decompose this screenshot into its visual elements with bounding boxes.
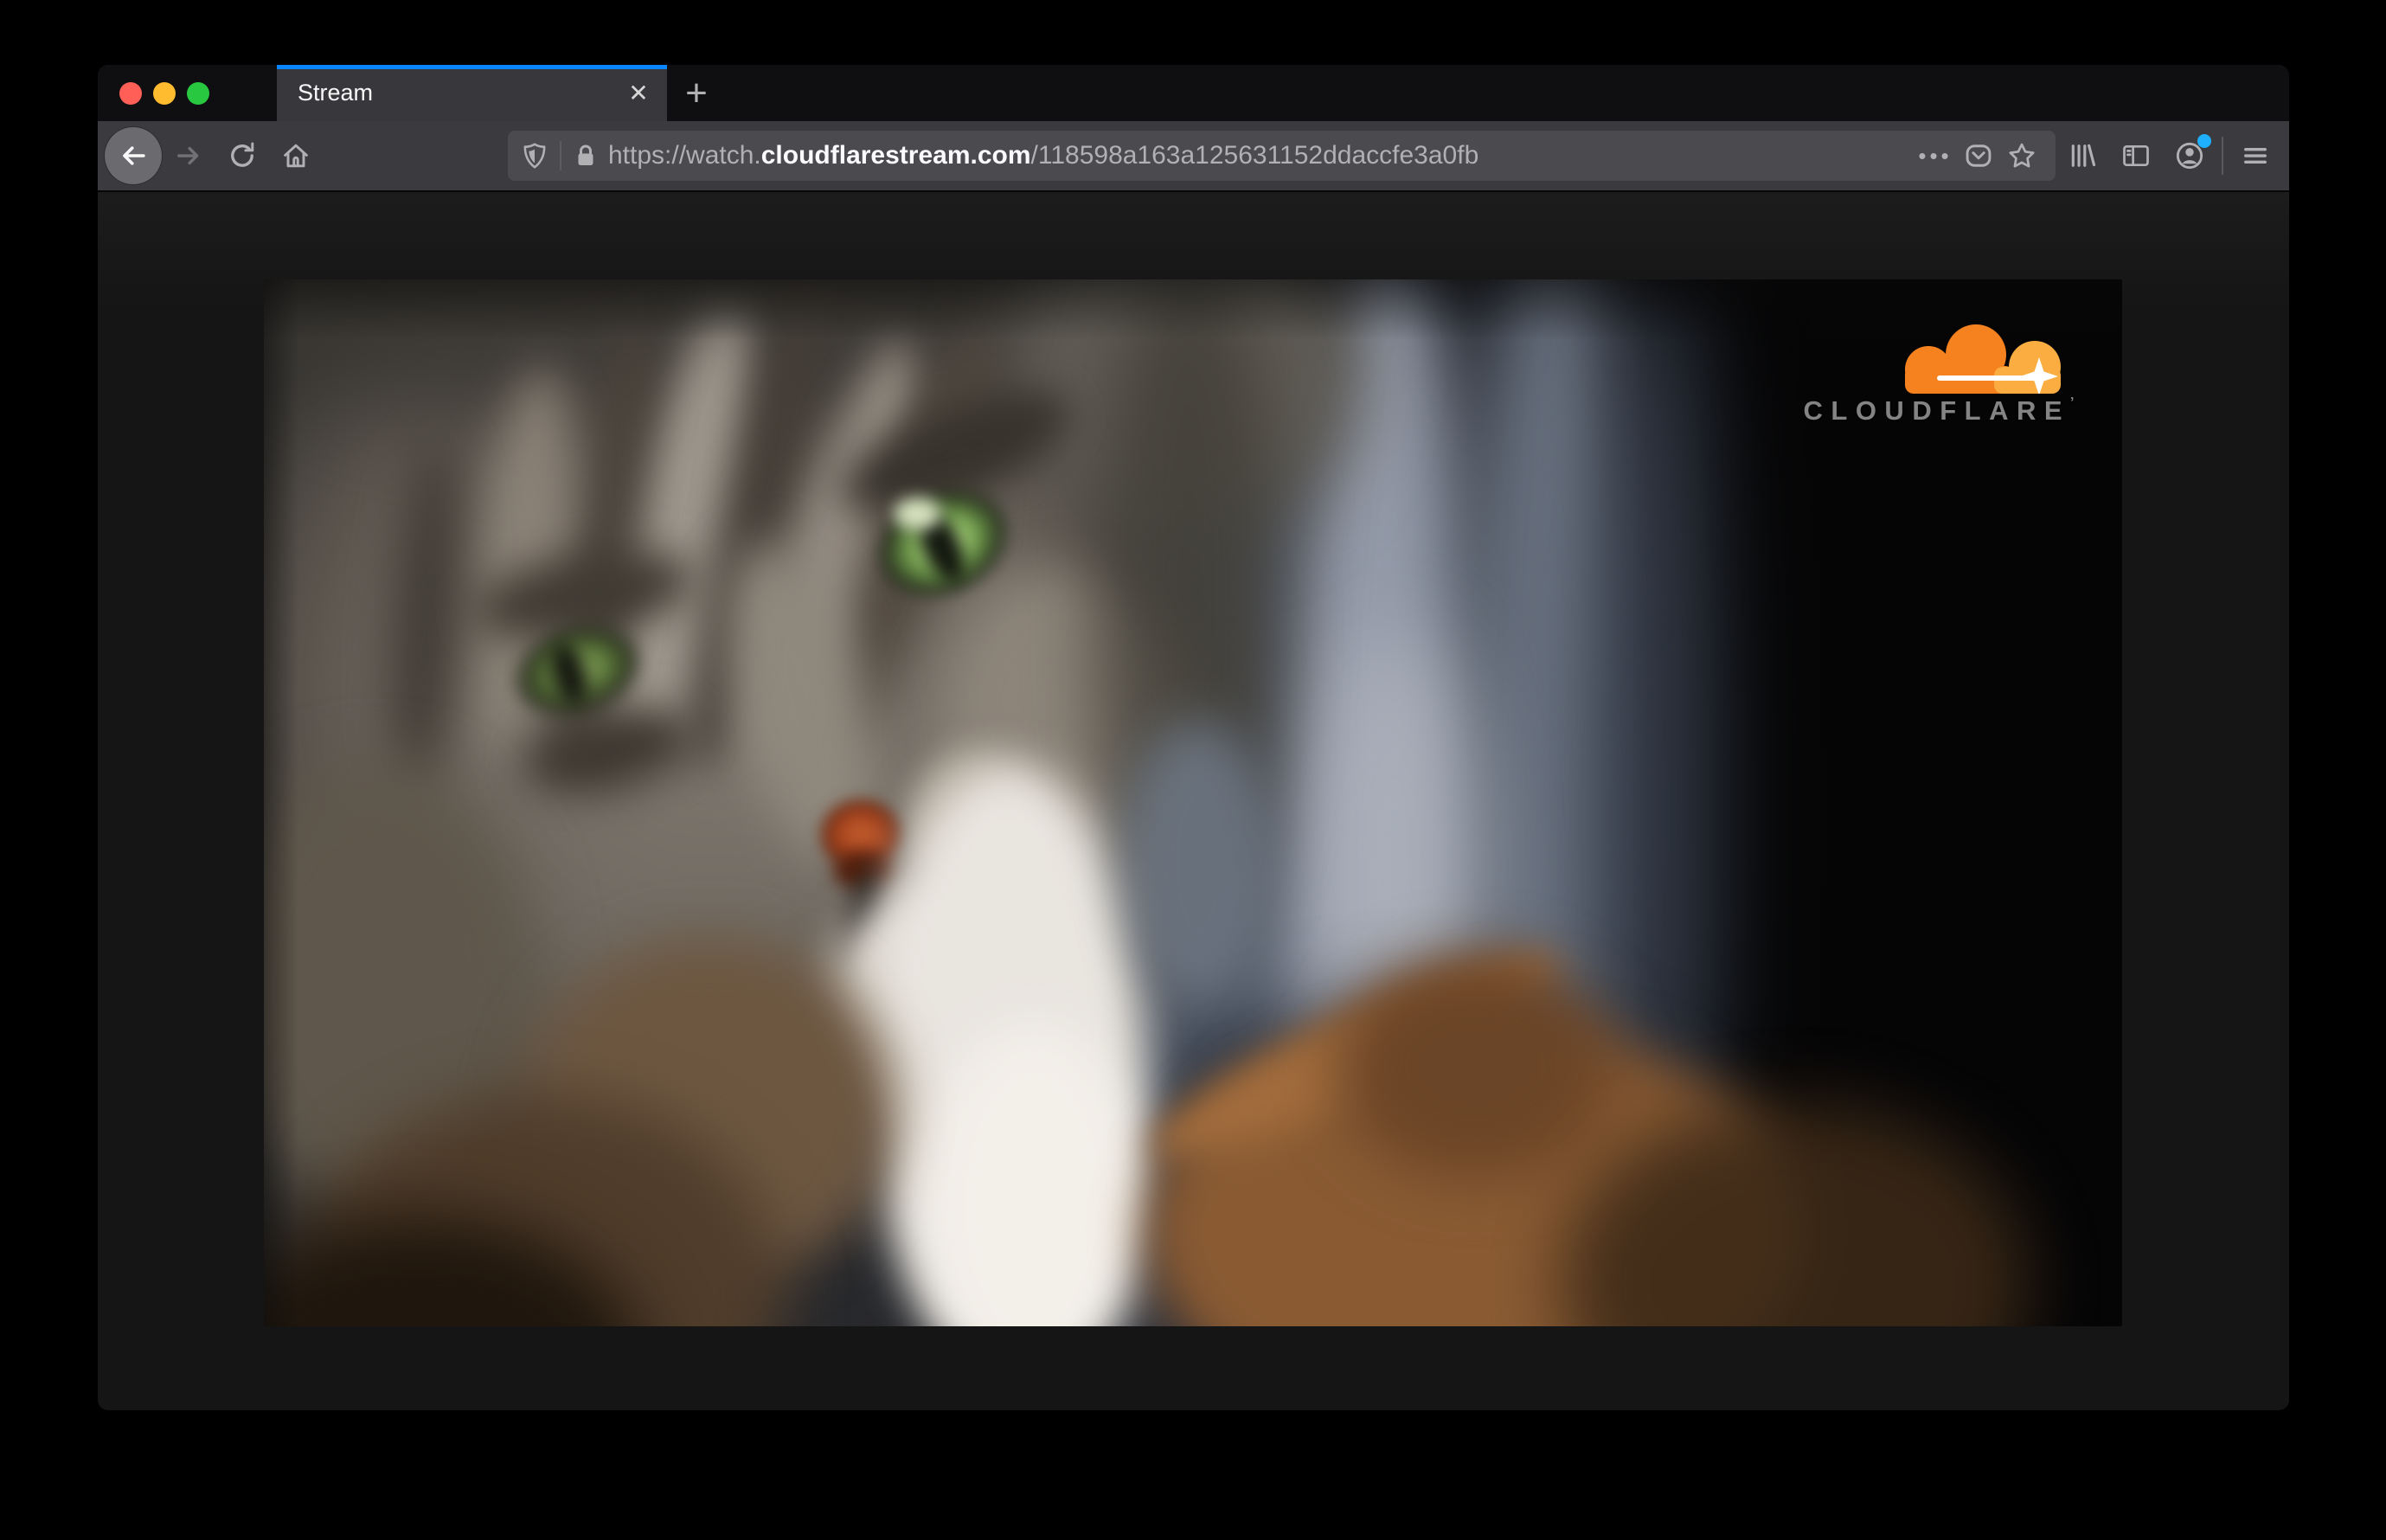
cloudflare-wordmark: CLOUDFLARE’: [1803, 395, 2075, 426]
pocket-button[interactable]: [1957, 134, 2000, 177]
browser-window: Stream ✕ + https://watch.cloudflarestrea…: [98, 65, 2289, 1410]
tab-stream[interactable]: Stream ✕: [277, 65, 667, 121]
library-button[interactable]: [2056, 129, 2109, 183]
back-button[interactable]: [105, 127, 162, 184]
video-frame-cat: CLOUDFLARE’: [264, 279, 2122, 1326]
reload-button[interactable]: [215, 129, 269, 183]
sidebar-button[interactable]: [2109, 129, 2163, 183]
account-button[interactable]: [2163, 129, 2216, 183]
window-minimize-button[interactable]: [153, 81, 176, 105]
url-scheme: https://watch.: [608, 141, 761, 170]
window-controls: [119, 65, 209, 121]
pocket-icon: [1963, 140, 1994, 171]
url-text[interactable]: https://watch.cloudflarestream.com/11859…: [608, 141, 1478, 170]
video-player[interactable]: CLOUDFLARE’: [264, 279, 2122, 1326]
ellipsis-icon: •••: [1918, 143, 1953, 169]
forward-icon: [173, 140, 204, 171]
tracking-protection-shield-icon[interactable]: [520, 141, 549, 170]
window-close-button[interactable]: [119, 81, 142, 105]
address-bar[interactable]: https://watch.cloudflarestream.com/11859…: [508, 131, 2056, 181]
library-icon: [2067, 140, 2098, 171]
cat-eye-highlight: [894, 497, 941, 530]
frame-left-shade: [264, 279, 298, 1326]
page-actions-button[interactable]: •••: [1914, 134, 1957, 177]
hamburger-icon: [2240, 140, 2271, 171]
menu-button[interactable]: [2229, 129, 2282, 183]
window-zoom-button[interactable]: [187, 81, 209, 105]
cat-body-upper: [1337, 954, 1613, 1179]
url-path: /118598a163a125631152ddaccfe3a0fb: [1030, 141, 1479, 170]
toolbar-separator: [2222, 137, 2223, 175]
trademark-mark: ’: [2070, 395, 2075, 410]
urlbar-separator: [560, 141, 561, 170]
cloudflare-logo: CLOUDFLARE’: [1792, 324, 2086, 427]
new-tab-button[interactable]: +: [672, 72, 721, 115]
lock-icon[interactable]: [572, 142, 600, 170]
tab-close-icon[interactable]: ✕: [622, 77, 655, 110]
cloudflare-cloud-icon: [1892, 324, 2081, 394]
star-icon: [2006, 140, 2037, 171]
tab-strip: Stream ✕ +: [98, 65, 2289, 121]
forward-button[interactable]: [162, 129, 215, 183]
page-content: CLOUDFLARE’: [98, 192, 2289, 1408]
tab-title: Stream: [298, 80, 374, 106]
reload-icon: [227, 140, 258, 171]
home-icon: [280, 140, 311, 171]
back-icon: [117, 139, 150, 172]
sidebar-icon: [2120, 140, 2152, 171]
bookmark-star-button[interactable]: [2000, 134, 2043, 177]
navigation-toolbar: https://watch.cloudflarestream.com/11859…: [98, 121, 2289, 192]
home-button[interactable]: [269, 129, 323, 183]
cat-shoulder-shadow: [1120, 721, 1276, 1006]
url-host: cloudflarestream.com: [760, 141, 1031, 170]
notification-dot: [2197, 134, 2211, 148]
